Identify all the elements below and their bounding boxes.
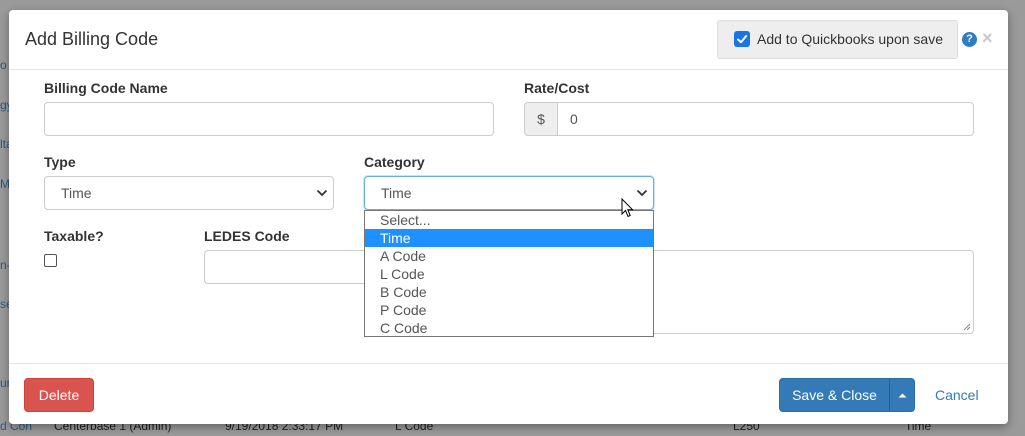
add-billing-code-modal: Add Billing Code Add to Quickbooks upon … xyxy=(9,10,1008,424)
quickbooks-label: Add to Quickbooks upon save xyxy=(757,31,944,47)
checkmark-icon xyxy=(737,35,748,44)
chevron-down-icon xyxy=(316,189,328,197)
close-icon[interactable]: × xyxy=(982,29,993,47)
modal-header: Add Billing Code Add to Quickbooks upon … xyxy=(9,10,1008,70)
rate-cost-label: Rate/Cost xyxy=(524,80,590,96)
save-close-button[interactable]: Save & Close xyxy=(779,378,890,412)
dropdown-option[interactable]: B Code xyxy=(365,283,653,301)
dropdown-option-selected[interactable]: Time xyxy=(365,229,653,247)
background-snippet: o xyxy=(0,58,7,72)
taxable-checkbox[interactable] xyxy=(44,254,57,267)
quickbooks-checkbox[interactable] xyxy=(734,31,750,47)
category-dropdown-list: Select... Time A Code L Code B Code P Co… xyxy=(364,210,654,337)
description-textarea[interactable] xyxy=(653,250,974,334)
dropdown-option[interactable]: L Code xyxy=(365,265,653,283)
delete-button[interactable]: Delete xyxy=(24,378,94,412)
ledes-code-input[interactable] xyxy=(204,250,374,284)
category-select[interactable]: Time xyxy=(364,176,654,210)
currency-addon: $ xyxy=(524,102,558,136)
billing-code-name-input[interactable] xyxy=(44,102,494,136)
modal-footer: Delete Save & Close Cancel xyxy=(9,363,1008,424)
type-select-value: Time xyxy=(61,185,92,201)
ledes-code-label: LEDES Code xyxy=(204,228,290,244)
type-label: Type xyxy=(44,154,76,170)
caret-up-icon xyxy=(898,393,907,398)
dropdown-option[interactable]: C Code xyxy=(365,319,653,337)
dropdown-option[interactable]: Select... xyxy=(365,211,653,229)
modal-title: Add Billing Code xyxy=(25,29,159,49)
cancel-button[interactable]: Cancel xyxy=(935,387,979,403)
chevron-down-icon xyxy=(636,189,648,197)
save-options-dropdown-button[interactable] xyxy=(889,378,915,412)
rate-cost-input[interactable]: 0 xyxy=(557,102,974,136)
dropdown-option[interactable]: A Code xyxy=(365,247,653,265)
category-label: Category xyxy=(364,154,425,170)
type-select[interactable]: Time xyxy=(44,176,334,210)
taxable-label: Taxable? xyxy=(44,228,104,244)
billing-code-name-label: Billing Code Name xyxy=(44,80,168,96)
mouse-cursor-icon xyxy=(621,198,634,218)
quickbooks-option[interactable]: Add to Quickbooks upon save xyxy=(717,20,958,59)
question-circle-icon[interactable]: ? xyxy=(962,32,977,47)
dropdown-option[interactable]: P Code xyxy=(365,301,653,319)
category-select-value: Time xyxy=(381,185,412,201)
resize-handle-icon[interactable] xyxy=(963,323,971,331)
